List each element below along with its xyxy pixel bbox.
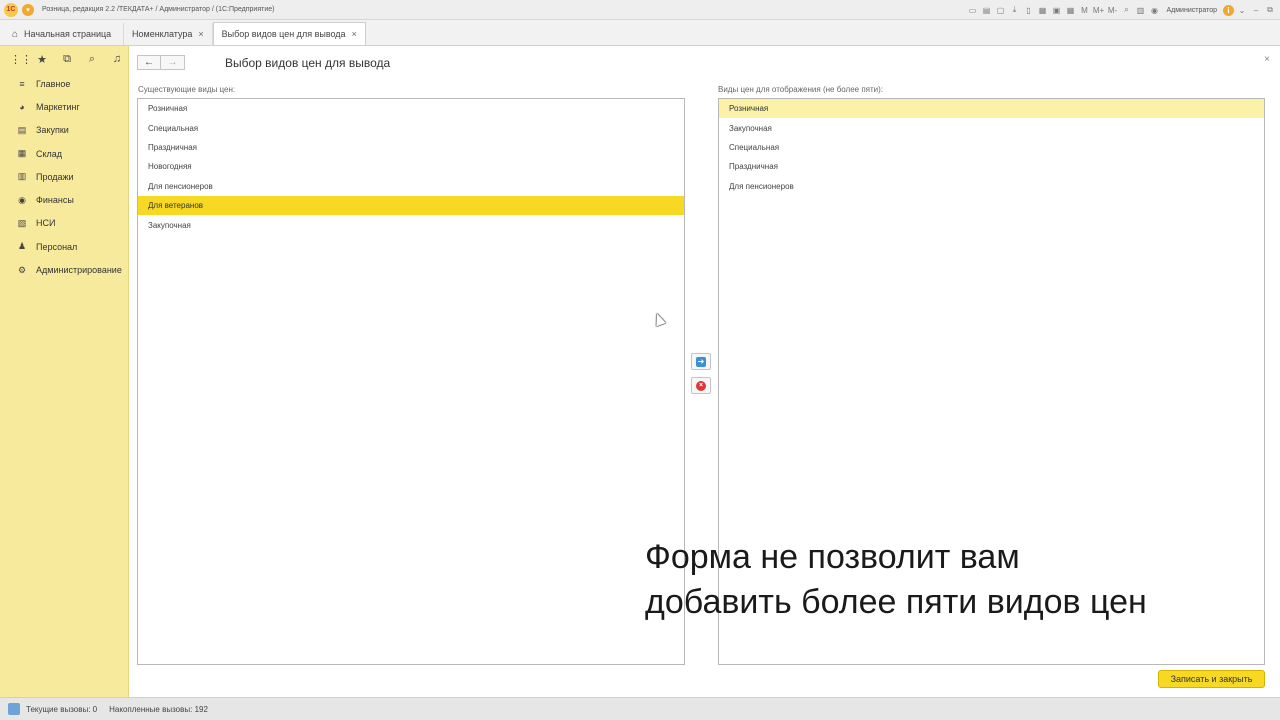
warehouse-icon: ▦: [17, 148, 27, 159]
info-icon[interactable]: i: [1223, 4, 1234, 16]
menu-lines-icon: ≡: [19, 78, 25, 89]
list-item[interactable]: Праздничная: [138, 138, 684, 157]
save-and-close-button[interactable]: Записать и закрыть: [1158, 670, 1265, 688]
minimize-icon[interactable]: –: [1250, 4, 1262, 16]
table-icon[interactable]: ▦: [1036, 4, 1048, 16]
sidebar-item-label: Персонал: [36, 241, 78, 252]
arrow-right-icon: ➜: [696, 356, 706, 367]
tab-nomenclature[interactable]: Номенклатура ×: [124, 23, 213, 45]
list-item[interactable]: Розничная: [138, 99, 684, 118]
display-prices-label: Виды цен для отображения (не более пяти)…: [718, 85, 884, 94]
user-icon: ◉: [1150, 5, 1158, 15]
list-item[interactable]: Праздничная: [719, 157, 1264, 176]
sidebar-item-main[interactable]: ≡ Главное: [0, 72, 128, 95]
history-nav: ← →: [137, 55, 185, 70]
panel-icon[interactable]: ▥: [1134, 4, 1146, 16]
current-calls: Текущие вызовы: 0: [26, 704, 98, 714]
video-caption: Форма не позволит вам добавить более пят…: [645, 538, 1147, 621]
close-icon[interactable]: ×: [352, 29, 357, 39]
sidebar-item-nsi[interactable]: ▧ НСИ: [0, 212, 128, 235]
history-icon[interactable]: ⧉: [60, 53, 74, 66]
restore-icon[interactable]: ⧉: [1264, 4, 1276, 16]
apps-grid-icon[interactable]: ⋮⋮: [10, 53, 32, 66]
sidebar-item-label: Продажи: [36, 171, 74, 182]
register-icon: ▥: [17, 171, 27, 182]
existing-prices-label: Существующие виды цен:: [138, 85, 236, 94]
close-icon[interactable]: ×: [198, 29, 203, 39]
forward-button[interactable]: →: [161, 55, 185, 70]
sidebar-item-finance[interactable]: ◉ Финансы: [0, 188, 128, 211]
list-item[interactable]: Закупочная: [138, 215, 684, 234]
favorites-star-icon[interactable]: ★: [35, 53, 49, 66]
list-item[interactable]: Для пенсионеров: [719, 177, 1264, 196]
sidebar-item-label: Главное: [36, 78, 71, 89]
status-bar: Текущие вызовы: 0 Накопленные вызовы: 19…: [0, 697, 1280, 720]
sidebar-item-label: Склад: [36, 148, 63, 159]
gear-icon: ⚙: [17, 264, 27, 275]
sidebar-item-label: Администрирование: [36, 265, 122, 276]
page-title: Выбор видов цен для вывода: [225, 56, 391, 70]
sidebar-item-purchases[interactable]: ▤ Закупки: [0, 119, 128, 142]
list-item[interactable]: Для пенсионеров: [138, 177, 684, 196]
memory-button[interactable]: M: [1078, 4, 1090, 16]
doc-icon[interactable]: ▯: [1022, 4, 1034, 16]
person-icon: ♟: [17, 241, 27, 252]
chevron-down-icon[interactable]: ⌄: [1236, 4, 1248, 16]
tab-price-type-selection[interactable]: Выбор видов цен для вывода ×: [212, 22, 366, 45]
list-item[interactable]: Закупочная: [719, 118, 1264, 137]
sidebar-tools: ⋮⋮ ★ ⧉ ⌕ ♫: [0, 46, 128, 72]
title-bar-tools: ▭ ▤ ▢ ⤓ ▯ ▦ ▣ ▦ M M+ M- ⌕ ▥ ◉ Администра…: [966, 0, 1276, 20]
tab-price-type-selection-label: Выбор видов цен для вывода: [221, 29, 346, 39]
list-item-selected[interactable]: Для ветеранов: [138, 195, 684, 216]
remove-from-display-button[interactable]: ×: [691, 377, 711, 394]
tab-nomenclature-label: Номенклатура: [132, 29, 193, 39]
delete-icon: ×: [696, 380, 706, 391]
sidebar-item-personnel[interactable]: ♟ Персонал: [0, 235, 128, 258]
form-area: ← → Выбор видов цен для вывода × Существ…: [130, 46, 1280, 697]
app-logo-icon: 1С: [4, 2, 18, 17]
bell-icon[interactable]: ♫: [110, 53, 124, 65]
pie-icon: ◕: [19, 101, 25, 112]
list-item-selected[interactable]: Розничная: [719, 99, 1264, 119]
sidebar-item-marketing[interactable]: ◕ Маркетинг: [0, 95, 128, 118]
calculator-icon[interactable]: ▦: [1064, 4, 1076, 16]
list-item[interactable]: Специальная: [138, 118, 684, 137]
coins-icon: ◉: [18, 194, 26, 205]
list-item[interactable]: Новогодняя: [138, 157, 684, 176]
tab-home[interactable]: ⌂ Начальная страница: [0, 23, 124, 45]
sidebar: ⋮⋮ ★ ⧉ ⌕ ♫ ≡ Главное ◕ Маркетинг ▤ Закуп…: [0, 46, 129, 697]
download-icon[interactable]: ⤓: [1008, 4, 1020, 16]
tab-home-label: Начальная страница: [24, 29, 112, 39]
tabs-bar: ⌂ Начальная страница Номенклатура × Выбо…: [0, 20, 1280, 46]
home-icon: ⌂: [12, 28, 19, 40]
sidebar-item-warehouse[interactable]: ▦ Склад: [0, 142, 128, 165]
books-icon: ▧: [17, 217, 27, 228]
list-item[interactable]: Специальная: [719, 138, 1264, 157]
print-icon[interactable]: ▤: [980, 4, 992, 16]
existing-prices-list[interactable]: Розничная Специальная Праздничная Нового…: [137, 98, 685, 665]
current-user[interactable]: Администратор: [1166, 7, 1217, 14]
sidebar-item-label: НСИ: [36, 218, 56, 229]
sidebar-item-sales[interactable]: ▥ Продажи: [0, 165, 128, 188]
accumulated-calls: Накопленные вызовы: 192: [109, 704, 208, 714]
sidebar-item-label: Финансы: [36, 195, 74, 206]
main-menu-icon[interactable]: ▾: [22, 3, 34, 16]
memory-plus-button[interactable]: M+: [1092, 4, 1104, 16]
memory-minus-button[interactable]: M-: [1106, 4, 1118, 16]
add-to-display-button[interactable]: ➜: [691, 353, 711, 370]
sidebar-item-label: Закупки: [36, 125, 69, 136]
sidebar-item-label: Маркетинг: [36, 101, 80, 112]
title-bar: 1С ▾ Розница, редакция 2.2 /ТЕКДАТА+ / А…: [0, 0, 1280, 20]
save-icon[interactable]: ▭: [966, 4, 978, 16]
calendar-icon[interactable]: ▣: [1050, 4, 1062, 16]
close-icon[interactable]: ×: [1264, 54, 1270, 65]
back-button[interactable]: ←: [137, 55, 161, 70]
calls-icon: [8, 703, 20, 715]
sidebar-item-administration[interactable]: ⚙ Администрирование: [0, 258, 128, 281]
preview-icon[interactable]: ▢: [994, 4, 1006, 16]
cart-icon: ▤: [17, 124, 27, 135]
search-icon[interactable]: ⌕: [85, 53, 99, 66]
zoom-icon[interactable]: ⌕: [1120, 4, 1132, 16]
window-title: Розница, редакция 2.2 /ТЕКДАТА+ / Админи…: [42, 6, 275, 13]
